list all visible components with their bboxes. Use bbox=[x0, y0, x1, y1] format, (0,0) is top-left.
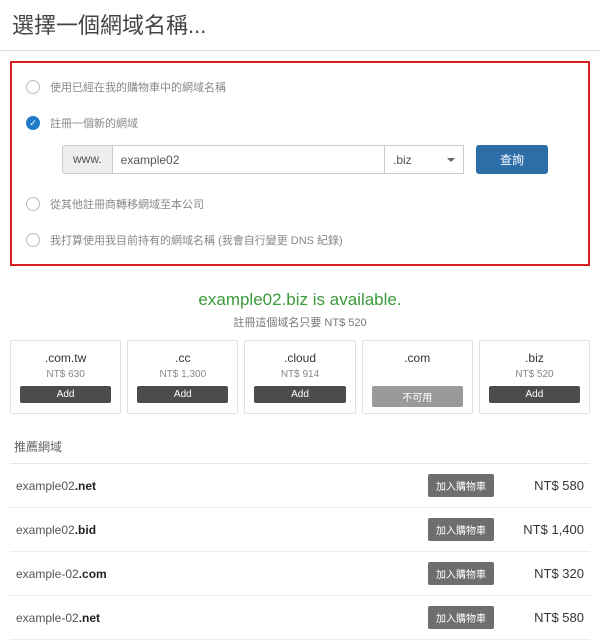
recommend-domain: example02.bid bbox=[16, 523, 96, 537]
recommend-price: NT$ 580 bbox=[512, 610, 584, 625]
suggestion-price: NT$ 914 bbox=[281, 369, 319, 380]
radio-icon bbox=[26, 197, 40, 211]
tld-suggestion-row: .com.tw NT$ 630 Add .cc NT$ 1,300 Add .cloud NT… bbox=[0, 340, 600, 428]
suggestion-price: NT$ 520 bbox=[515, 369, 553, 380]
recommend-title: 推薦網域 bbox=[10, 428, 590, 464]
domain-prefix: www. bbox=[62, 145, 112, 174]
add-button[interactable]: Add bbox=[137, 386, 228, 403]
recommend-domain: example-02.com bbox=[16, 567, 107, 581]
suggestion-price: NT$ 630 bbox=[46, 369, 84, 380]
add-to-cart-button[interactable]: 加入購物車 bbox=[428, 518, 494, 541]
tld-suggestion-card: .com 不可用 bbox=[362, 340, 473, 414]
add-to-cart-button[interactable]: 加入購物車 bbox=[428, 562, 494, 585]
recommend-domain: example02.net bbox=[16, 479, 96, 493]
add-button[interactable]: Add bbox=[489, 386, 580, 403]
recommend-row: example02.net 加入購物車 NT$ 580 bbox=[10, 464, 590, 508]
add-button[interactable]: Add bbox=[254, 386, 345, 403]
recommend-domain: example-02.net bbox=[16, 611, 100, 625]
suggestion-price bbox=[416, 369, 419, 380]
unavailable-button: 不可用 bbox=[372, 386, 463, 407]
suggestion-tld: .biz bbox=[525, 351, 544, 365]
tld-suggestion-card: .biz NT$ 520 Add bbox=[479, 340, 590, 414]
recommend-section: 推薦網域 example02.net加入購物車NT$ 580example02.… bbox=[0, 428, 600, 640]
suggestion-tld: .com.tw bbox=[45, 351, 86, 365]
radio-icon bbox=[26, 233, 40, 247]
availability-block: example02.biz is available. 註冊這個域名只要 NT$… bbox=[0, 276, 600, 340]
recommend-actions: 加入購物車 NT$ 580 bbox=[428, 474, 584, 497]
recommend-actions: 加入購物車 NT$ 1,400 bbox=[428, 518, 584, 541]
page-title: 選擇一個網域名稱... bbox=[0, 0, 600, 51]
availability-status: is available. bbox=[313, 290, 402, 309]
option-use-existing[interactable]: 使用已經在我的購物車中的網域名稱 bbox=[12, 69, 588, 105]
option-label: 註冊一個新的網域 bbox=[50, 115, 138, 131]
suggestion-price: NT$ 1,300 bbox=[159, 369, 206, 380]
tld-suggestion-card: .cloud NT$ 914 Add bbox=[244, 340, 355, 414]
recommend-actions: 加入購物車 NT$ 580 bbox=[428, 606, 584, 629]
option-label: 使用已經在我的購物車中的網域名稱 bbox=[50, 79, 226, 95]
availability-text: example02.biz is available. bbox=[0, 290, 600, 310]
domain-option-panel: 使用已經在我的購物車中的網域名稱 註冊一個新的網域 www. .biz 查詢 從… bbox=[10, 61, 590, 266]
domain-input[interactable] bbox=[112, 145, 384, 174]
availability-domain: example02.biz bbox=[198, 290, 308, 309]
recommend-row: example02.bid 加入購物車 NT$ 1,400 bbox=[10, 508, 590, 552]
recommend-list: example02.net 加入購物車 NT$ 580 example02.bid 加入… bbox=[10, 464, 590, 640]
suggestion-tld: .com bbox=[404, 351, 430, 365]
recommend-price: NT$ 580 bbox=[512, 478, 584, 493]
radio-icon-checked bbox=[26, 116, 40, 130]
option-transfer[interactable]: 從其他註冊商轉移網域至本公司 bbox=[12, 186, 588, 222]
recommend-price: NT$ 320 bbox=[512, 566, 584, 581]
radio-icon bbox=[26, 80, 40, 94]
tld-suggestion-card: .cc NT$ 1,300 Add bbox=[127, 340, 238, 414]
availability-sub: 註冊這個域名只要 NT$ 520 bbox=[0, 314, 600, 330]
tld-selected-label: .biz bbox=[393, 153, 412, 167]
suggestion-tld: .cloud bbox=[284, 351, 316, 365]
tld-select[interactable]: .biz bbox=[384, 145, 464, 174]
tld-suggestion-card: .com.tw NT$ 630 Add bbox=[10, 340, 121, 414]
option-label: 從其他註冊商轉移網域至本公司 bbox=[50, 196, 204, 212]
suggestion-tld: .cc bbox=[175, 351, 190, 365]
recommend-price: NT$ 1,400 bbox=[512, 522, 584, 537]
recommend-row: example-02.net 加入購物車 NT$ 580 bbox=[10, 596, 590, 640]
add-button[interactable]: Add bbox=[20, 386, 111, 403]
add-to-cart-button[interactable]: 加入購物車 bbox=[428, 606, 494, 629]
domain-search-row: www. .biz 查詢 bbox=[12, 141, 588, 186]
query-button[interactable]: 查詢 bbox=[476, 145, 548, 174]
recommend-actions: 加入購物車 NT$ 320 bbox=[428, 562, 584, 585]
recommend-row: example-02.com 加入購物車 NT$ 320 bbox=[10, 552, 590, 596]
add-to-cart-button[interactable]: 加入購物車 bbox=[428, 474, 494, 497]
option-use-own[interactable]: 我打算使用我目前持有的網域名稱 (我會自行變更 DNS 紀錄) bbox=[12, 222, 588, 258]
option-label: 我打算使用我目前持有的網域名稱 (我會自行變更 DNS 紀錄) bbox=[50, 232, 343, 248]
option-register-new[interactable]: 註冊一個新的網域 bbox=[12, 105, 588, 141]
